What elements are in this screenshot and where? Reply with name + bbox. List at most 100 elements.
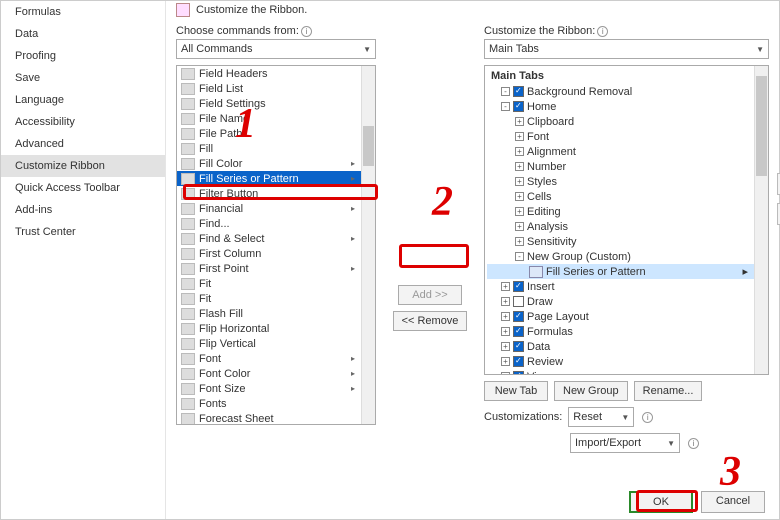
- expand-icon[interactable]: +: [515, 177, 524, 186]
- checkbox[interactable]: [513, 86, 524, 97]
- command-item[interactable]: Fit: [177, 291, 375, 306]
- tree-node[interactable]: +Analysis: [487, 219, 766, 234]
- info-icon[interactable]: i: [688, 438, 699, 449]
- expand-icon[interactable]: +: [515, 237, 524, 246]
- expand-icon[interactable]: +: [515, 222, 524, 231]
- expand-icon[interactable]: -: [501, 87, 510, 96]
- checkbox[interactable]: [513, 311, 524, 322]
- tree-node[interactable]: +Review: [487, 354, 766, 369]
- command-item[interactable]: Field Headers: [177, 66, 375, 81]
- info-icon[interactable]: i: [301, 26, 312, 37]
- tree-node[interactable]: +Clipboard: [487, 114, 766, 129]
- tree-node[interactable]: +Insert: [487, 279, 766, 294]
- tree-node[interactable]: +Cells: [487, 189, 766, 204]
- tree-node[interactable]: +View: [487, 369, 766, 375]
- sidebar-item[interactable]: Proofing: [1, 45, 165, 67]
- reset-dropdown[interactable]: Reset▼: [568, 407, 634, 427]
- expand-icon[interactable]: -: [501, 102, 510, 111]
- command-item[interactable]: Field List: [177, 81, 375, 96]
- sidebar-item[interactable]: Formulas: [1, 1, 165, 23]
- tree-node[interactable]: +Font: [487, 129, 766, 144]
- expand-icon[interactable]: +: [501, 312, 510, 321]
- command-item[interactable]: Fill: [177, 141, 375, 156]
- checkbox[interactable]: [513, 341, 524, 352]
- command-item[interactable]: Find...: [177, 216, 375, 231]
- tree-node[interactable]: -New Group (Custom): [487, 249, 766, 264]
- expand-icon[interactable]: +: [501, 327, 510, 336]
- command-item[interactable]: Font Color▸: [177, 366, 375, 381]
- command-item[interactable]: Font▸: [177, 351, 375, 366]
- tree-node[interactable]: +Sensitivity: [487, 234, 766, 249]
- sidebar-item[interactable]: Data: [1, 23, 165, 45]
- add-button[interactable]: Add >>: [398, 285, 462, 305]
- expand-icon[interactable]: -: [515, 252, 524, 261]
- checkbox[interactable]: [513, 296, 524, 307]
- cancel-button[interactable]: Cancel: [701, 491, 765, 513]
- tree-node[interactable]: +Styles: [487, 174, 766, 189]
- checkbox[interactable]: [513, 101, 524, 112]
- tree-node[interactable]: Fill Series or Pattern▸: [487, 264, 766, 279]
- command-item[interactable]: Flip Vertical: [177, 336, 375, 351]
- scrollbar[interactable]: [754, 66, 768, 374]
- command-item[interactable]: Fill Color▸: [177, 156, 375, 171]
- sidebar-item[interactable]: Save: [1, 67, 165, 89]
- sidebar-item[interactable]: Quick Access Toolbar: [1, 177, 165, 199]
- expand-icon[interactable]: +: [515, 162, 524, 171]
- command-item[interactable]: File Path: [177, 126, 375, 141]
- expand-icon[interactable]: +: [501, 357, 510, 366]
- tree-node[interactable]: +Editing: [487, 204, 766, 219]
- expand-icon[interactable]: +: [501, 372, 510, 375]
- command-item[interactable]: Font Size▸: [177, 381, 375, 396]
- info-icon[interactable]: i: [597, 26, 608, 37]
- ribbon-tree[interactable]: Main Tabs -Background Removal-Home+Clipb…: [484, 65, 769, 375]
- scrollbar[interactable]: [361, 66, 375, 424]
- expand-icon[interactable]: +: [501, 297, 510, 306]
- expand-icon[interactable]: +: [515, 207, 524, 216]
- checkbox[interactable]: [513, 371, 524, 375]
- command-item[interactable]: Fit: [177, 276, 375, 291]
- ribbon-tabs-dropdown[interactable]: Main Tabs▼: [484, 39, 769, 59]
- command-item[interactable]: File Name: [177, 111, 375, 126]
- import-export-dropdown[interactable]: Import/Export▼: [570, 433, 680, 453]
- command-item[interactable]: Fonts: [177, 396, 375, 411]
- expand-icon[interactable]: +: [501, 282, 510, 291]
- checkbox[interactable]: [513, 326, 524, 337]
- command-item[interactable]: Forecast Sheet: [177, 411, 375, 425]
- tree-node[interactable]: +Formulas: [487, 324, 766, 339]
- ok-button[interactable]: OK: [629, 491, 693, 513]
- command-item[interactable]: Flip Horizontal: [177, 321, 375, 336]
- command-item[interactable]: Field Settings: [177, 96, 375, 111]
- expand-icon[interactable]: +: [515, 132, 524, 141]
- command-item[interactable]: Filter Button: [177, 186, 375, 201]
- sidebar-item[interactable]: Accessibility: [1, 111, 165, 133]
- new-group-button[interactable]: New Group: [554, 381, 628, 401]
- command-item[interactable]: Financial▸: [177, 201, 375, 216]
- tree-node[interactable]: -Home: [487, 99, 766, 114]
- tree-node[interactable]: +Page Layout: [487, 309, 766, 324]
- rename-button[interactable]: Rename...: [634, 381, 703, 401]
- tree-node[interactable]: -Background Removal: [487, 84, 766, 99]
- commands-dropdown[interactable]: All Commands▼: [176, 39, 376, 59]
- tree-node[interactable]: +Draw: [487, 294, 766, 309]
- expand-icon[interactable]: +: [515, 117, 524, 126]
- command-item[interactable]: First Column: [177, 246, 375, 261]
- expand-icon[interactable]: +: [501, 342, 510, 351]
- command-item[interactable]: Fill Series or Pattern▸: [177, 171, 375, 186]
- sidebar-item[interactable]: Language: [1, 89, 165, 111]
- commands-list[interactable]: Field HeadersField ListField SettingsFil…: [176, 65, 376, 425]
- sidebar-item[interactable]: Trust Center: [1, 221, 165, 243]
- command-item[interactable]: Find & Select▸: [177, 231, 375, 246]
- sidebar-item[interactable]: Customize Ribbon: [1, 155, 165, 177]
- remove-button[interactable]: << Remove: [393, 311, 468, 331]
- checkbox[interactable]: [513, 356, 524, 367]
- checkbox[interactable]: [513, 281, 524, 292]
- expand-icon[interactable]: +: [515, 192, 524, 201]
- sidebar-item[interactable]: Add-ins: [1, 199, 165, 221]
- command-item[interactable]: First Point▸: [177, 261, 375, 276]
- tree-node[interactable]: +Number: [487, 159, 766, 174]
- expand-icon[interactable]: +: [515, 147, 524, 156]
- new-tab-button[interactable]: New Tab: [484, 381, 548, 401]
- info-icon[interactable]: i: [642, 412, 653, 423]
- sidebar-item[interactable]: Advanced: [1, 133, 165, 155]
- command-item[interactable]: Flash Fill: [177, 306, 375, 321]
